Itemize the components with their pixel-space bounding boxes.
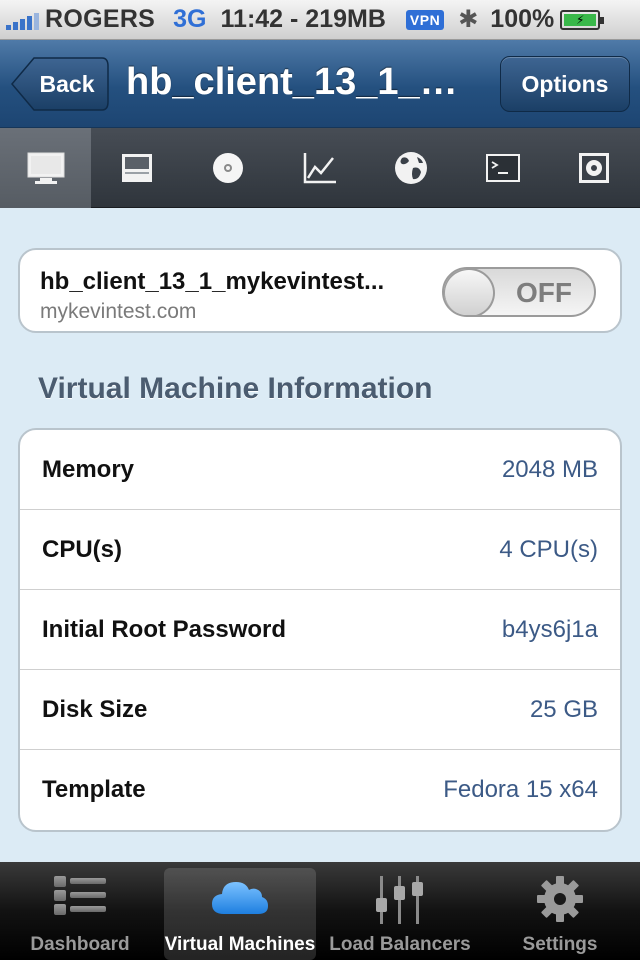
battery-percent: 100% bbox=[490, 5, 555, 33]
table-row-disk-size: Disk Size 25 GB bbox=[20, 670, 620, 750]
toolbar-backup-button[interactable] bbox=[548, 128, 639, 208]
row-key: Disk Size bbox=[42, 695, 148, 723]
disc-icon bbox=[213, 153, 244, 183]
row-value: 25 GB bbox=[529, 695, 598, 723]
graph-icon bbox=[303, 153, 336, 184]
gear-icon bbox=[537, 876, 583, 922]
safe-icon bbox=[579, 153, 610, 183]
options-button[interactable]: Options bbox=[500, 56, 630, 112]
vm-toolbar bbox=[0, 128, 640, 208]
row-key: Memory bbox=[42, 455, 135, 483]
vpn-badge: VPN bbox=[405, 9, 445, 30]
toolbar-terminal-button[interactable] bbox=[457, 128, 548, 208]
terminal-icon bbox=[485, 154, 520, 182]
tab-virtual-machines[interactable]: Virtual Machines bbox=[164, 868, 316, 960]
battery-icon: ⚡ bbox=[560, 9, 605, 30]
toggle-knob bbox=[444, 269, 495, 315]
monitor-icon bbox=[27, 152, 65, 184]
signal-strength-icon bbox=[6, 10, 39, 30]
row-value: 4 CPU(s) bbox=[499, 535, 598, 563]
status-time: 11:42 - 219MB bbox=[220, 5, 386, 33]
navigation-bar: Back hb_client_13_1_mykevintest Options bbox=[0, 40, 640, 128]
table-row-template: Template Fedora 15 x64 bbox=[20, 750, 620, 830]
network-type: 3G bbox=[173, 5, 207, 33]
row-value: Fedora 15 x64 bbox=[443, 776, 598, 803]
status-bar: ROGERS 3G 11:42 - 219MB VPN ✱ 100% ⚡ bbox=[0, 0, 640, 40]
table-row-root-password: Initial Root Password b4ys6j1a bbox=[20, 590, 620, 670]
page-title: hb_client_13_1_mykevintest bbox=[126, 61, 486, 103]
power-state-label: OFF bbox=[516, 277, 572, 308]
list-icon bbox=[54, 876, 106, 915]
sliders-icon bbox=[376, 876, 423, 924]
vm-domain: mykevintest.com bbox=[40, 300, 197, 323]
toolbar-disc-button[interactable] bbox=[183, 128, 274, 208]
vm-info-table: Memory 2048 MB CPU(s) 4 CPU(s) Initial R… bbox=[18, 428, 622, 832]
tab-label: Dashboard bbox=[30, 934, 130, 955]
tab-label: Load Balancers bbox=[329, 934, 471, 955]
vm-summary-card: hb_client_13_1_mykevintest... mykevintes… bbox=[18, 248, 622, 333]
bluetooth-icon: ✱ bbox=[458, 6, 479, 33]
power-toggle[interactable]: OFF bbox=[442, 267, 596, 317]
cloud-icon bbox=[212, 882, 268, 914]
row-key: CPU(s) bbox=[42, 535, 123, 563]
toolbar-inbox-button[interactable] bbox=[91, 128, 182, 208]
tab-dashboard[interactable]: Dashboard bbox=[0, 862, 160, 960]
tab-settings[interactable]: Settings bbox=[480, 862, 640, 960]
globe-icon bbox=[395, 152, 428, 184]
row-value: 2048 MB bbox=[501, 455, 598, 483]
row-key: Template bbox=[42, 776, 146, 803]
row-key: Initial Root Password bbox=[42, 615, 287, 643]
tab-label: Settings bbox=[522, 934, 598, 955]
back-button-label: Back bbox=[39, 70, 95, 97]
carrier-name: ROGERS bbox=[45, 5, 156, 33]
back-button[interactable]: Back bbox=[10, 56, 110, 112]
inbox-icon bbox=[122, 154, 153, 182]
tab-bar: Dashboard Virtual Machines Load Balancer… bbox=[0, 862, 640, 960]
toolbar-network-button[interactable] bbox=[366, 128, 457, 208]
table-row-cpus: CPU(s) 4 CPU(s) bbox=[20, 510, 620, 590]
tab-load-balancers[interactable]: Load Balancers bbox=[320, 862, 480, 960]
tab-label: Virtual Machines bbox=[164, 934, 316, 955]
section-title: Virtual Machine Information bbox=[38, 372, 433, 405]
toolbar-graph-button[interactable] bbox=[274, 128, 365, 208]
row-value: b4ys6j1a bbox=[501, 615, 598, 643]
toolbar-console-button[interactable] bbox=[0, 128, 92, 208]
vm-name: hb_client_13_1_mykevintest... bbox=[40, 268, 385, 295]
table-row-memory: Memory 2048 MB bbox=[20, 430, 620, 510]
